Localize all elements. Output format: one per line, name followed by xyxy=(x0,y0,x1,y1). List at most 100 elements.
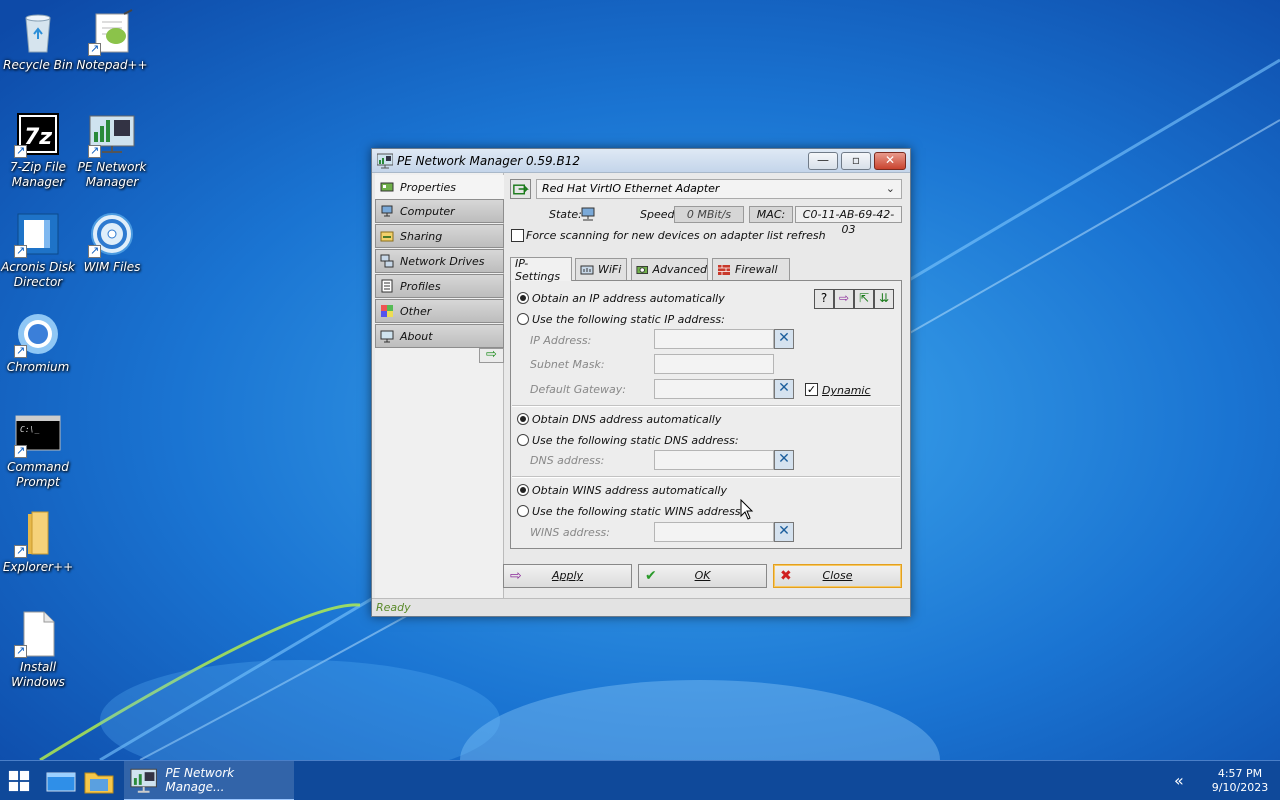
taskbar: PE Network Manage... « 4:57 PM 9/10/2023 xyxy=(0,760,1280,800)
desktop-icon-command-prompt[interactable]: C:\_ Command Prompt xyxy=(0,410,76,490)
desktop-icon-acronis[interactable]: Acronis Disk Director xyxy=(0,210,76,290)
tab-advanced[interactable]: Advanced xyxy=(631,258,708,280)
close-x-icon: ✖ xyxy=(780,568,792,584)
desktop-icon-label: Acronis Disk Director xyxy=(1,260,75,289)
force-scan-checkbox[interactable] xyxy=(511,229,524,242)
shortcut-arrow-icon xyxy=(88,243,101,258)
file-explorer-icon[interactable] xyxy=(82,765,116,797)
sidebar-item-about[interactable]: About xyxy=(375,324,504,348)
checkmark-icon: ✔ xyxy=(645,568,657,584)
network-card-icon xyxy=(380,182,394,192)
recycle-bin-icon xyxy=(25,14,51,53)
wins-auto-label: Obtain WINS address automatically xyxy=(532,484,727,497)
wins-auto-radio[interactable] xyxy=(517,484,529,496)
force-scan-label: Force scanning for new devices on adapte… xyxy=(526,229,826,242)
export-button[interactable]: ⇱ xyxy=(854,289,874,309)
clear-wins-button[interactable]: ✕ xyxy=(774,522,794,542)
sidebar-item-computer[interactable]: Computer xyxy=(375,199,504,223)
adapter-selected-value: Red Hat VirtIO Ethernet Adapter xyxy=(542,182,720,195)
show-hidden-icons-button[interactable]: « xyxy=(1174,771,1184,790)
mac-value: C0-11-AB-69-42-03 xyxy=(795,206,902,236)
default-gateway-label: Default Gateway: xyxy=(530,383,626,396)
ok-button[interactable]: ✔ OK xyxy=(638,564,767,588)
clock-date: 9/10/2023 xyxy=(1211,781,1269,794)
close-button[interactable]: ✖ Close xyxy=(773,564,902,588)
clear-dns-button[interactable]: ✕ xyxy=(774,450,794,470)
desktop-show-icon[interactable] xyxy=(44,765,78,797)
collapse-nav-button[interactable]: ⇨ xyxy=(479,348,504,363)
sidebar-item-label: Network Drives xyxy=(400,254,485,268)
dns-static-radio[interactable] xyxy=(517,434,529,446)
refresh-arrow-icon xyxy=(513,184,529,195)
default-gateway-input[interactable] xyxy=(654,379,774,399)
desktop-icon-pe-network-manager[interactable]: PE Network Manager xyxy=(74,110,150,190)
ip-address-label: IP Address: xyxy=(530,334,592,347)
desktop-icon-wim-files[interactable]: WIM Files xyxy=(74,210,150,275)
sidebar-item-label: Computer xyxy=(400,204,455,218)
sidebar-item-label: Other xyxy=(400,304,432,318)
pe-network-manager-window: PE Network Manager 0.59.B12 — ▫ ✕ Proper… xyxy=(371,148,911,617)
firewall-brick-icon xyxy=(718,264,730,275)
clear-ip-button[interactable]: ✕ xyxy=(774,329,794,349)
desktop-icon-label: Chromium xyxy=(6,360,70,374)
wins-static-radio[interactable] xyxy=(517,505,529,517)
dns-auto-radio[interactable] xyxy=(517,413,529,425)
profiles-list-icon xyxy=(381,279,393,293)
desktop-icon-install-windows[interactable]: Install Windows xyxy=(0,610,76,690)
desktop-icon-label: 7-Zip File Manager xyxy=(10,160,66,189)
sidebar-item-network-drives[interactable]: Network Drives xyxy=(375,249,504,273)
dynamic-label: Dynamic xyxy=(822,384,871,397)
ip-static-radio[interactable] xyxy=(517,313,529,325)
sidebar-item-profiles[interactable]: Profiles xyxy=(375,274,504,298)
tab-firewall[interactable]: Firewall xyxy=(712,258,790,280)
system-clock[interactable]: 4:57 PM 9/10/2023 xyxy=(1205,767,1275,795)
subnet-mask-input[interactable] xyxy=(654,354,774,374)
ip-auto-radio[interactable] xyxy=(517,292,529,304)
start-button[interactable] xyxy=(0,761,38,800)
desktop-icon-7zip[interactable]: 7z 7-Zip File Manager xyxy=(0,110,76,190)
adapter-dropdown[interactable]: Red Hat VirtIO Ethernet Adapter ⌄ xyxy=(536,179,902,199)
desktop-icon-recycle-bin[interactable]: Recycle Bin xyxy=(0,8,76,73)
apply-arrow-button[interactable]: ⇨ xyxy=(834,289,854,309)
minimize-button[interactable]: — xyxy=(808,152,838,170)
expand-button[interactable]: ⇊ xyxy=(874,289,894,309)
computer-icon xyxy=(381,205,393,217)
wins-static-label: Use the following static WINS address: xyxy=(532,505,745,518)
apply-button[interactable]: ⇨ Apply xyxy=(503,564,632,588)
wins-address-input[interactable] xyxy=(654,522,774,542)
help-button[interactable]: ? xyxy=(814,289,834,309)
dns-address-input[interactable] xyxy=(654,450,774,470)
clear-gateway-button[interactable]: ✕ xyxy=(774,379,794,399)
refresh-adapters-button[interactable] xyxy=(510,179,531,199)
maximize-button[interactable]: ▫ xyxy=(841,152,871,170)
tab-ip-settings[interactable]: IP-Settings xyxy=(510,257,572,283)
sidebar-item-other[interactable]: Other xyxy=(375,299,504,323)
state-label: State: xyxy=(549,208,582,221)
ip-settings-panel: ? ⇨ ⇱ ⇊ Obtain an IP address automatical… xyxy=(510,280,902,549)
shortcut-arrow-icon xyxy=(14,543,27,558)
ip-static-label: Use the following static IP address: xyxy=(532,313,725,326)
desktop-icon-label: Notepad++ xyxy=(76,58,148,72)
subnet-mask-label: Subnet Mask: xyxy=(530,358,605,371)
divider xyxy=(512,405,900,407)
window-titlebar[interactable]: PE Network Manager 0.59.B12 — ▫ ✕ xyxy=(372,149,910,173)
close-window-button[interactable]: ✕ xyxy=(874,152,906,170)
desktop-icon-explorer-plus-plus[interactable]: Explorer++ xyxy=(0,510,76,575)
desktop-icon-label: WIM Files xyxy=(83,260,141,274)
shortcut-arrow-icon xyxy=(88,143,101,158)
tab-wifi[interactable]: WiFi xyxy=(575,258,627,280)
sidebar-item-properties[interactable]: Properties xyxy=(375,175,504,199)
mouse-cursor-icon xyxy=(740,499,754,520)
ip-address-input[interactable] xyxy=(654,329,774,349)
network-manager-icon xyxy=(130,768,157,793)
dynamic-checkbox[interactable]: ✓ xyxy=(805,383,818,396)
dns-auto-label: Obtain DNS address automatically xyxy=(532,413,722,426)
desktop-icon-chromium[interactable]: Chromium xyxy=(0,310,76,375)
sidebar-nav: Properties Computer Sharing Network Driv… xyxy=(375,173,504,599)
wins-address-label: WINS address: xyxy=(530,526,610,539)
grid-icon xyxy=(381,305,393,317)
taskbar-item-pe-network-manager[interactable]: PE Network Manage... xyxy=(124,761,294,800)
network-drive-icon xyxy=(380,254,394,268)
desktop-icon-notepad-plus-plus[interactable]: Notepad++ xyxy=(74,8,150,73)
sidebar-item-sharing[interactable]: Sharing xyxy=(375,224,504,248)
